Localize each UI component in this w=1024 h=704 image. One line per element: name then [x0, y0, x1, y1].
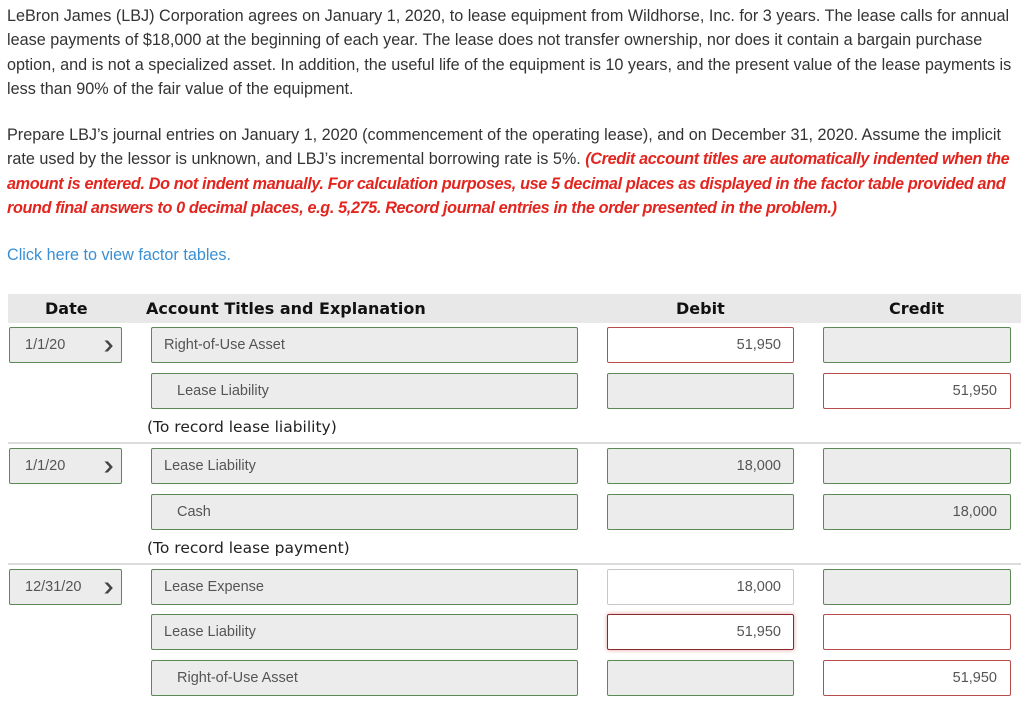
debit-field[interactable]	[607, 373, 794, 409]
date-value: 1/1/20	[25, 337, 66, 353]
account-value: Cash	[177, 504, 211, 520]
task-instructions: Prepare LBJ’s journal entries on January…	[7, 123, 1022, 220]
header-debit: Debit	[676, 299, 725, 318]
header-account: Account Titles and Explanation	[146, 299, 426, 318]
chevron-down-icon: ❯	[101, 581, 115, 594]
account-field[interactable]: Lease Liability	[151, 373, 578, 409]
header-credit: Credit	[889, 299, 945, 318]
account-field[interactable]: Lease Liability	[151, 614, 578, 650]
account-field[interactable]: Lease Liability	[151, 448, 578, 484]
account-field[interactable]: Lease Expense	[151, 569, 578, 605]
account-field[interactable]: Right-of-Use Asset	[151, 327, 578, 363]
date-value: 1/1/20	[25, 458, 66, 474]
debit-value: 51,950	[736, 337, 781, 353]
credit-field[interactable]: 51,950	[823, 373, 1011, 409]
date-value: 12/31/20	[25, 579, 82, 595]
credit-field[interactable]	[823, 569, 1011, 605]
debit-value: 18,000	[736, 458, 781, 474]
account-value: Lease Liability	[164, 458, 256, 474]
problem-statement: LeBron James (LBJ) Corporation agrees on…	[7, 7, 1012, 98]
account-field[interactable]: Right-of-Use Asset	[151, 660, 578, 696]
date-select[interactable]: 12/31/20 ❯	[9, 569, 122, 605]
debit-field[interactable]: 51,950	[607, 327, 794, 363]
header-date: Date	[45, 299, 88, 318]
credit-field[interactable]	[823, 614, 1011, 650]
debit-field[interactable]: 18,000	[607, 448, 794, 484]
credit-value: 18,000	[952, 504, 997, 520]
credit-field[interactable]	[823, 327, 1011, 363]
account-field[interactable]: Cash	[151, 494, 578, 530]
debit-field-focused[interactable]: 51,950	[607, 614, 794, 650]
credit-value: 51,950	[952, 383, 997, 399]
credit-value: 51,950	[952, 670, 997, 686]
entry-divider	[8, 563, 1021, 565]
account-value: Lease Expense	[164, 579, 264, 595]
debit-field[interactable]	[607, 660, 794, 696]
credit-field[interactable]: 18,000	[823, 494, 1011, 530]
account-value: Lease Liability	[164, 624, 256, 640]
account-value: Lease Liability	[177, 383, 269, 399]
date-select[interactable]: 1/1/20 ❯	[9, 448, 122, 484]
account-value: Right-of-Use Asset	[164, 337, 285, 353]
account-value: Right-of-Use Asset	[177, 670, 298, 686]
debit-value: 51,950	[736, 624, 781, 640]
factor-tables-link[interactable]: Click here to view factor tables.	[7, 246, 231, 265]
credit-field[interactable]	[823, 448, 1011, 484]
journal-table-header: Date Account Titles and Explanation Debi…	[8, 294, 1021, 323]
debit-value: 18,000	[736, 579, 781, 595]
entry-explanation: (To record lease payment)	[147, 539, 350, 557]
entry-divider	[8, 442, 1021, 444]
chevron-down-icon: ❯	[101, 460, 115, 473]
debit-field[interactable]: 18,000	[607, 569, 794, 605]
debit-field[interactable]	[607, 494, 794, 530]
entry-explanation: (To record lease liability)	[147, 418, 337, 436]
credit-field[interactable]: 51,950	[823, 660, 1011, 696]
chevron-down-icon: ❯	[101, 339, 115, 352]
date-select[interactable]: 1/1/20 ❯	[9, 327, 122, 363]
